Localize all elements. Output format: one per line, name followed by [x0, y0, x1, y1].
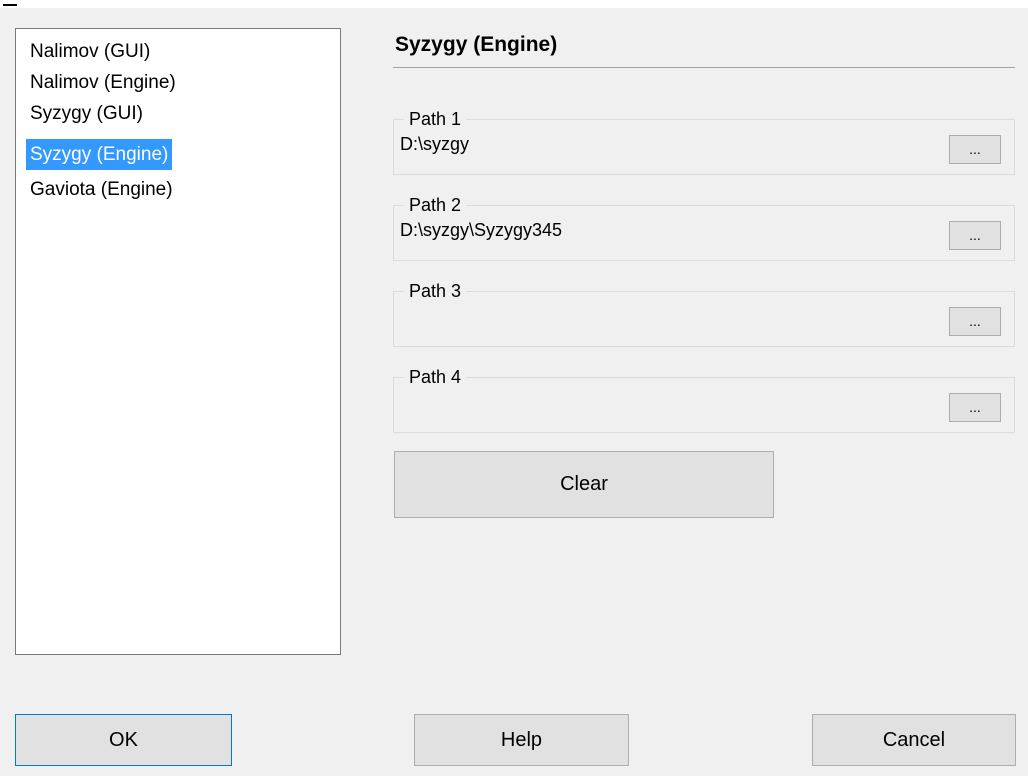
list-item-syzygy-gui[interactable]: Syzygy (GUI): [26, 98, 147, 129]
path-3-label: Path 3: [404, 280, 467, 302]
path-3-browse-button[interactable]: ...: [949, 307, 1001, 336]
tablebase-category-list[interactable]: Nalimov (GUI) Nalimov (Engine) Syzygy (G…: [15, 28, 341, 655]
path-4-label: Path 4: [404, 366, 467, 388]
cancel-button[interactable]: Cancel: [812, 714, 1016, 766]
path-1-label: Path 1: [404, 108, 467, 130]
path-2-label: Path 2: [404, 194, 467, 216]
list-item-syzygy-engine[interactable]: Syzygy (Engine): [26, 139, 173, 170]
path-4-group: Path 4 ...: [393, 366, 1015, 433]
path-1-browse-button[interactable]: ...: [949, 135, 1001, 164]
section-title: Syzygy (Engine): [395, 33, 558, 56]
path-4-browse-button[interactable]: ...: [949, 393, 1001, 422]
window-top-strip: [0, 0, 1028, 8]
clear-button[interactable]: Clear: [394, 451, 774, 518]
help-button[interactable]: Help: [414, 714, 629, 766]
path-2-value: D:\syzgy\Syzygy345: [400, 220, 563, 240]
path-3-group: Path 3 ...: [393, 280, 1015, 347]
minimize-dash: [3, 4, 17, 6]
path-1-value: D:\syzgy: [400, 134, 470, 154]
list-item-nalimov-engine[interactable]: Nalimov (Engine): [26, 67, 180, 98]
path-2-group: Path 2 D:\syzgy\Syzygy345 ...: [393, 194, 1015, 261]
list-item-nalimov-gui[interactable]: Nalimov (GUI): [26, 36, 154, 67]
ok-button[interactable]: OK: [15, 714, 232, 766]
path-2-browse-button[interactable]: ...: [949, 221, 1001, 250]
path-1-group: Path 1 D:\syzgy ...: [393, 108, 1015, 175]
list-item-gaviota-engine[interactable]: Gaviota (Engine): [26, 174, 177, 205]
title-divider: [393, 67, 1015, 68]
